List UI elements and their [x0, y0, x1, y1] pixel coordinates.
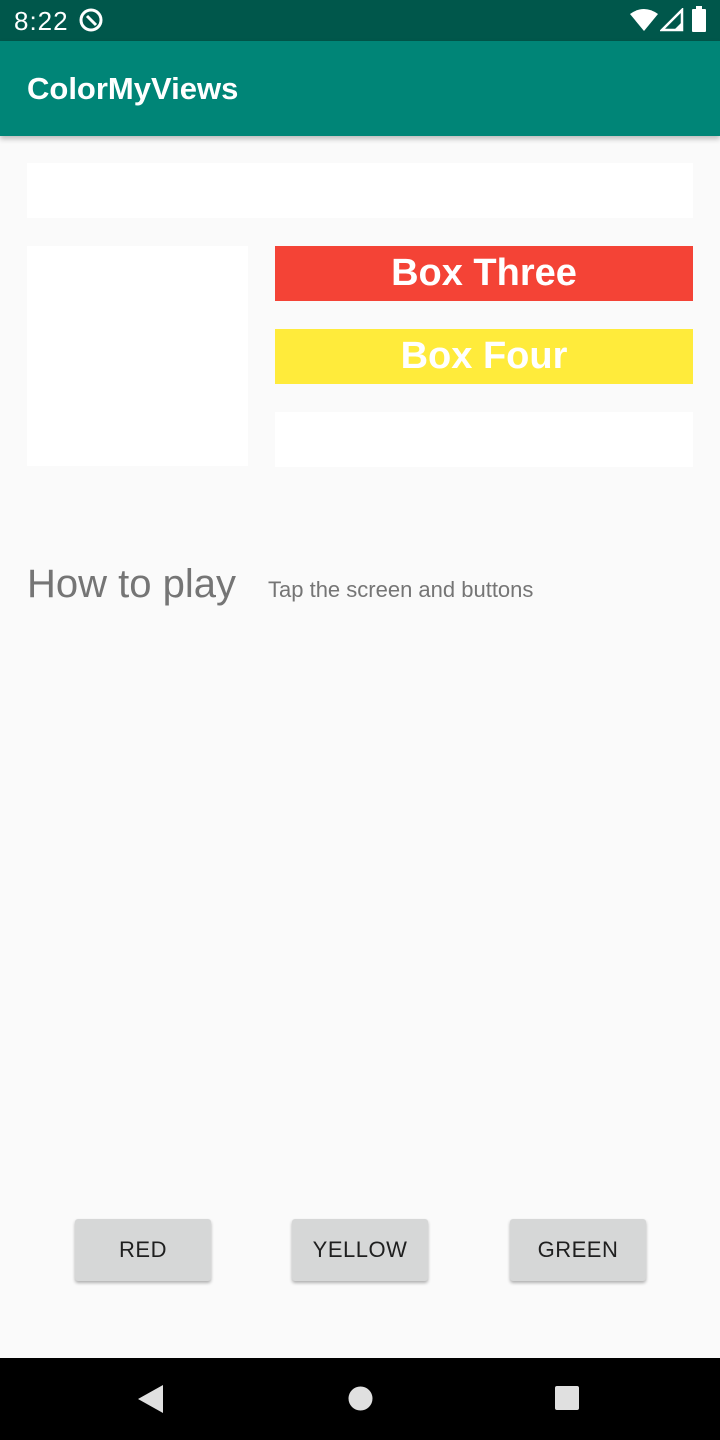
back-icon[interactable]	[138, 1385, 164, 1413]
home-icon[interactable]	[348, 1386, 373, 1411]
app-title: ColorMyViews	[27, 71, 239, 106]
red-button[interactable]: RED	[75, 1219, 211, 1281]
app-bar: ColorMyViews	[0, 41, 720, 136]
yellow-button[interactable]: YELLOW	[292, 1219, 428, 1281]
box-two[interactable]	[27, 246, 248, 466]
box-one[interactable]	[27, 163, 693, 218]
green-button[interactable]: GREEN	[510, 1219, 646, 1281]
wifi-icon	[630, 9, 658, 31]
box-five[interactable]	[275, 412, 693, 467]
recents-icon[interactable]	[555, 1386, 579, 1410]
sync-icon	[79, 8, 103, 32]
battery-icon	[692, 6, 706, 32]
status-time: 8:22	[14, 6, 69, 36]
box-three[interactable]: Box Three	[275, 246, 693, 301]
box-four[interactable]: Box Four	[275, 329, 693, 384]
how-to-play-info: Tap the screen and buttons	[268, 577, 534, 602]
status-bar: 8:22	[0, 0, 720, 41]
how-to-play-label: How to play	[27, 562, 236, 606]
signal-icon	[660, 8, 684, 32]
